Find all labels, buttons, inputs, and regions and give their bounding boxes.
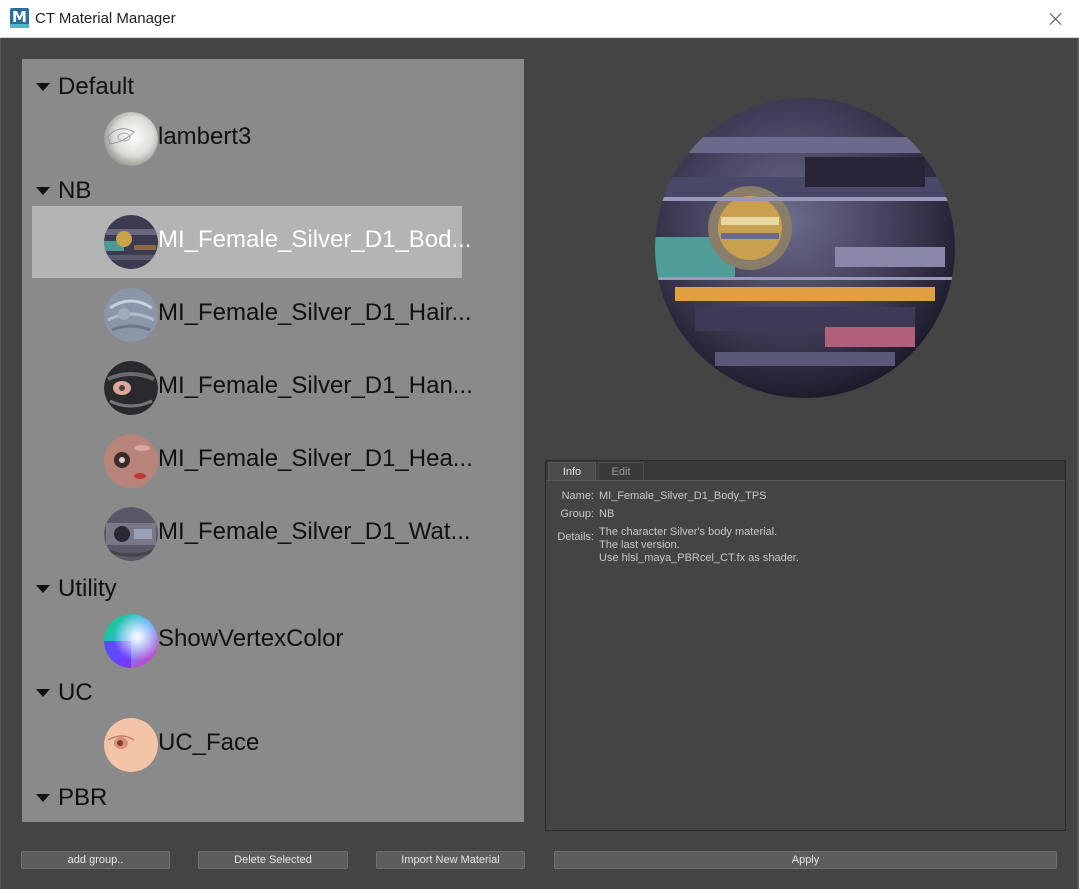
title-bar: M CT Material Manager — [0, 0, 1079, 38]
details-text: The character Silver's body material. Th… — [599, 526, 799, 565]
material-item-watch[interactable]: MI_Female_Silver_D1_Wat... — [32, 498, 471, 570]
tab-bar: Info Edit — [546, 461, 1065, 480]
delete-selected-button[interactable]: Delete Selected — [198, 851, 348, 869]
caret-down-icon[interactable] — [36, 585, 50, 593]
material-thumbnail — [104, 614, 158, 668]
group-value: NB — [599, 508, 615, 520]
apply-button[interactable]: Apply — [554, 851, 1057, 869]
group-header-utility[interactable]: Utility — [36, 574, 117, 604]
group-label: UC — [58, 679, 93, 706]
details-line: The character Silver's body material. — [599, 526, 778, 538]
name-value: MI_Female_Silver_D1_Body_TPS — [599, 490, 767, 502]
info-panel: Info Edit Name: MI_Female_Silver_D1_Body… — [545, 460, 1066, 831]
close-icon[interactable] — [1043, 6, 1069, 32]
info-body: Name: MI_Female_Silver_D1_Body_TPS Group… — [546, 480, 1065, 830]
group-label: Group: — [560, 508, 594, 520]
group-header-default[interactable]: Default — [36, 72, 134, 102]
material-thumbnail — [104, 507, 158, 561]
material-item-uc-face[interactable]: UC_Face — [32, 709, 462, 781]
material-thumbnail — [104, 112, 158, 166]
material-item-showvertexcolor[interactable]: ShowVertexColor — [32, 605, 462, 677]
caret-down-icon[interactable] — [36, 83, 50, 91]
window-title: CT Material Manager — [35, 10, 176, 27]
material-name: MI_Female_Silver_D1_Han... — [158, 372, 473, 399]
material-name: MI_Female_Silver_D1_Hea... — [158, 445, 473, 472]
caret-down-icon[interactable] — [36, 794, 50, 802]
group-label: PBR — [58, 784, 108, 811]
material-item-hand[interactable]: MI_Female_Silver_D1_Han... — [32, 352, 473, 424]
material-item-body[interactable]: MI_Female_Silver_D1_Bod... — [32, 206, 471, 278]
group-label: Utility — [58, 575, 117, 602]
add-group-button[interactable]: add group.. — [21, 851, 170, 869]
material-name: MI_Female_Silver_D1_Hair... — [158, 299, 472, 326]
caret-down-icon[interactable] — [36, 689, 50, 697]
material-item-hair[interactable]: MI_Female_Silver_D1_Hair... — [32, 279, 471, 351]
tab-edit[interactable]: Edit — [598, 462, 644, 480]
group-header-nb[interactable]: NB — [36, 176, 91, 206]
material-name: MI_Female_Silver_D1_Wat... — [158, 518, 471, 545]
material-name: ShowVertexColor — [158, 625, 344, 652]
window-edge-left — [0, 38, 1, 889]
caret-down-icon[interactable] — [36, 187, 50, 195]
name-label: Name: — [561, 490, 594, 502]
material-thumbnail — [104, 434, 158, 488]
group-label: Default — [58, 73, 135, 100]
group-header-uc[interactable]: UC — [36, 678, 93, 708]
material-name: MI_Female_Silver_D1_Bod... — [158, 226, 472, 253]
maya-logo-icon: M — [10, 8, 29, 28]
material-thumbnail — [104, 361, 158, 415]
group-header-pbr[interactable]: PBR — [36, 783, 107, 813]
import-new-material-button[interactable]: Import New Material — [376, 851, 525, 869]
material-item-head[interactable]: MI_Female_Silver_D1_Hea... — [32, 425, 473, 497]
material-thumbnail — [104, 288, 158, 342]
tab-info[interactable]: Info — [548, 462, 596, 480]
material-list[interactable]: Default lambert3 NB MI_Female_Silver_D1_… — [22, 59, 524, 822]
material-preview — [655, 97, 955, 399]
material-name: UC_Face — [158, 729, 260, 756]
details-label: Details: — [557, 531, 594, 543]
material-item-lambert3[interactable]: lambert3 — [32, 103, 462, 175]
details-line: Use hlsl_maya_PBRcel_CT.fx as shader. — [599, 552, 799, 564]
material-name: lambert3 — [158, 123, 252, 150]
material-thumbnail — [104, 718, 158, 772]
details-line: The last version. — [599, 539, 680, 551]
group-label: NB — [58, 177, 92, 204]
material-thumbnail — [104, 215, 158, 269]
